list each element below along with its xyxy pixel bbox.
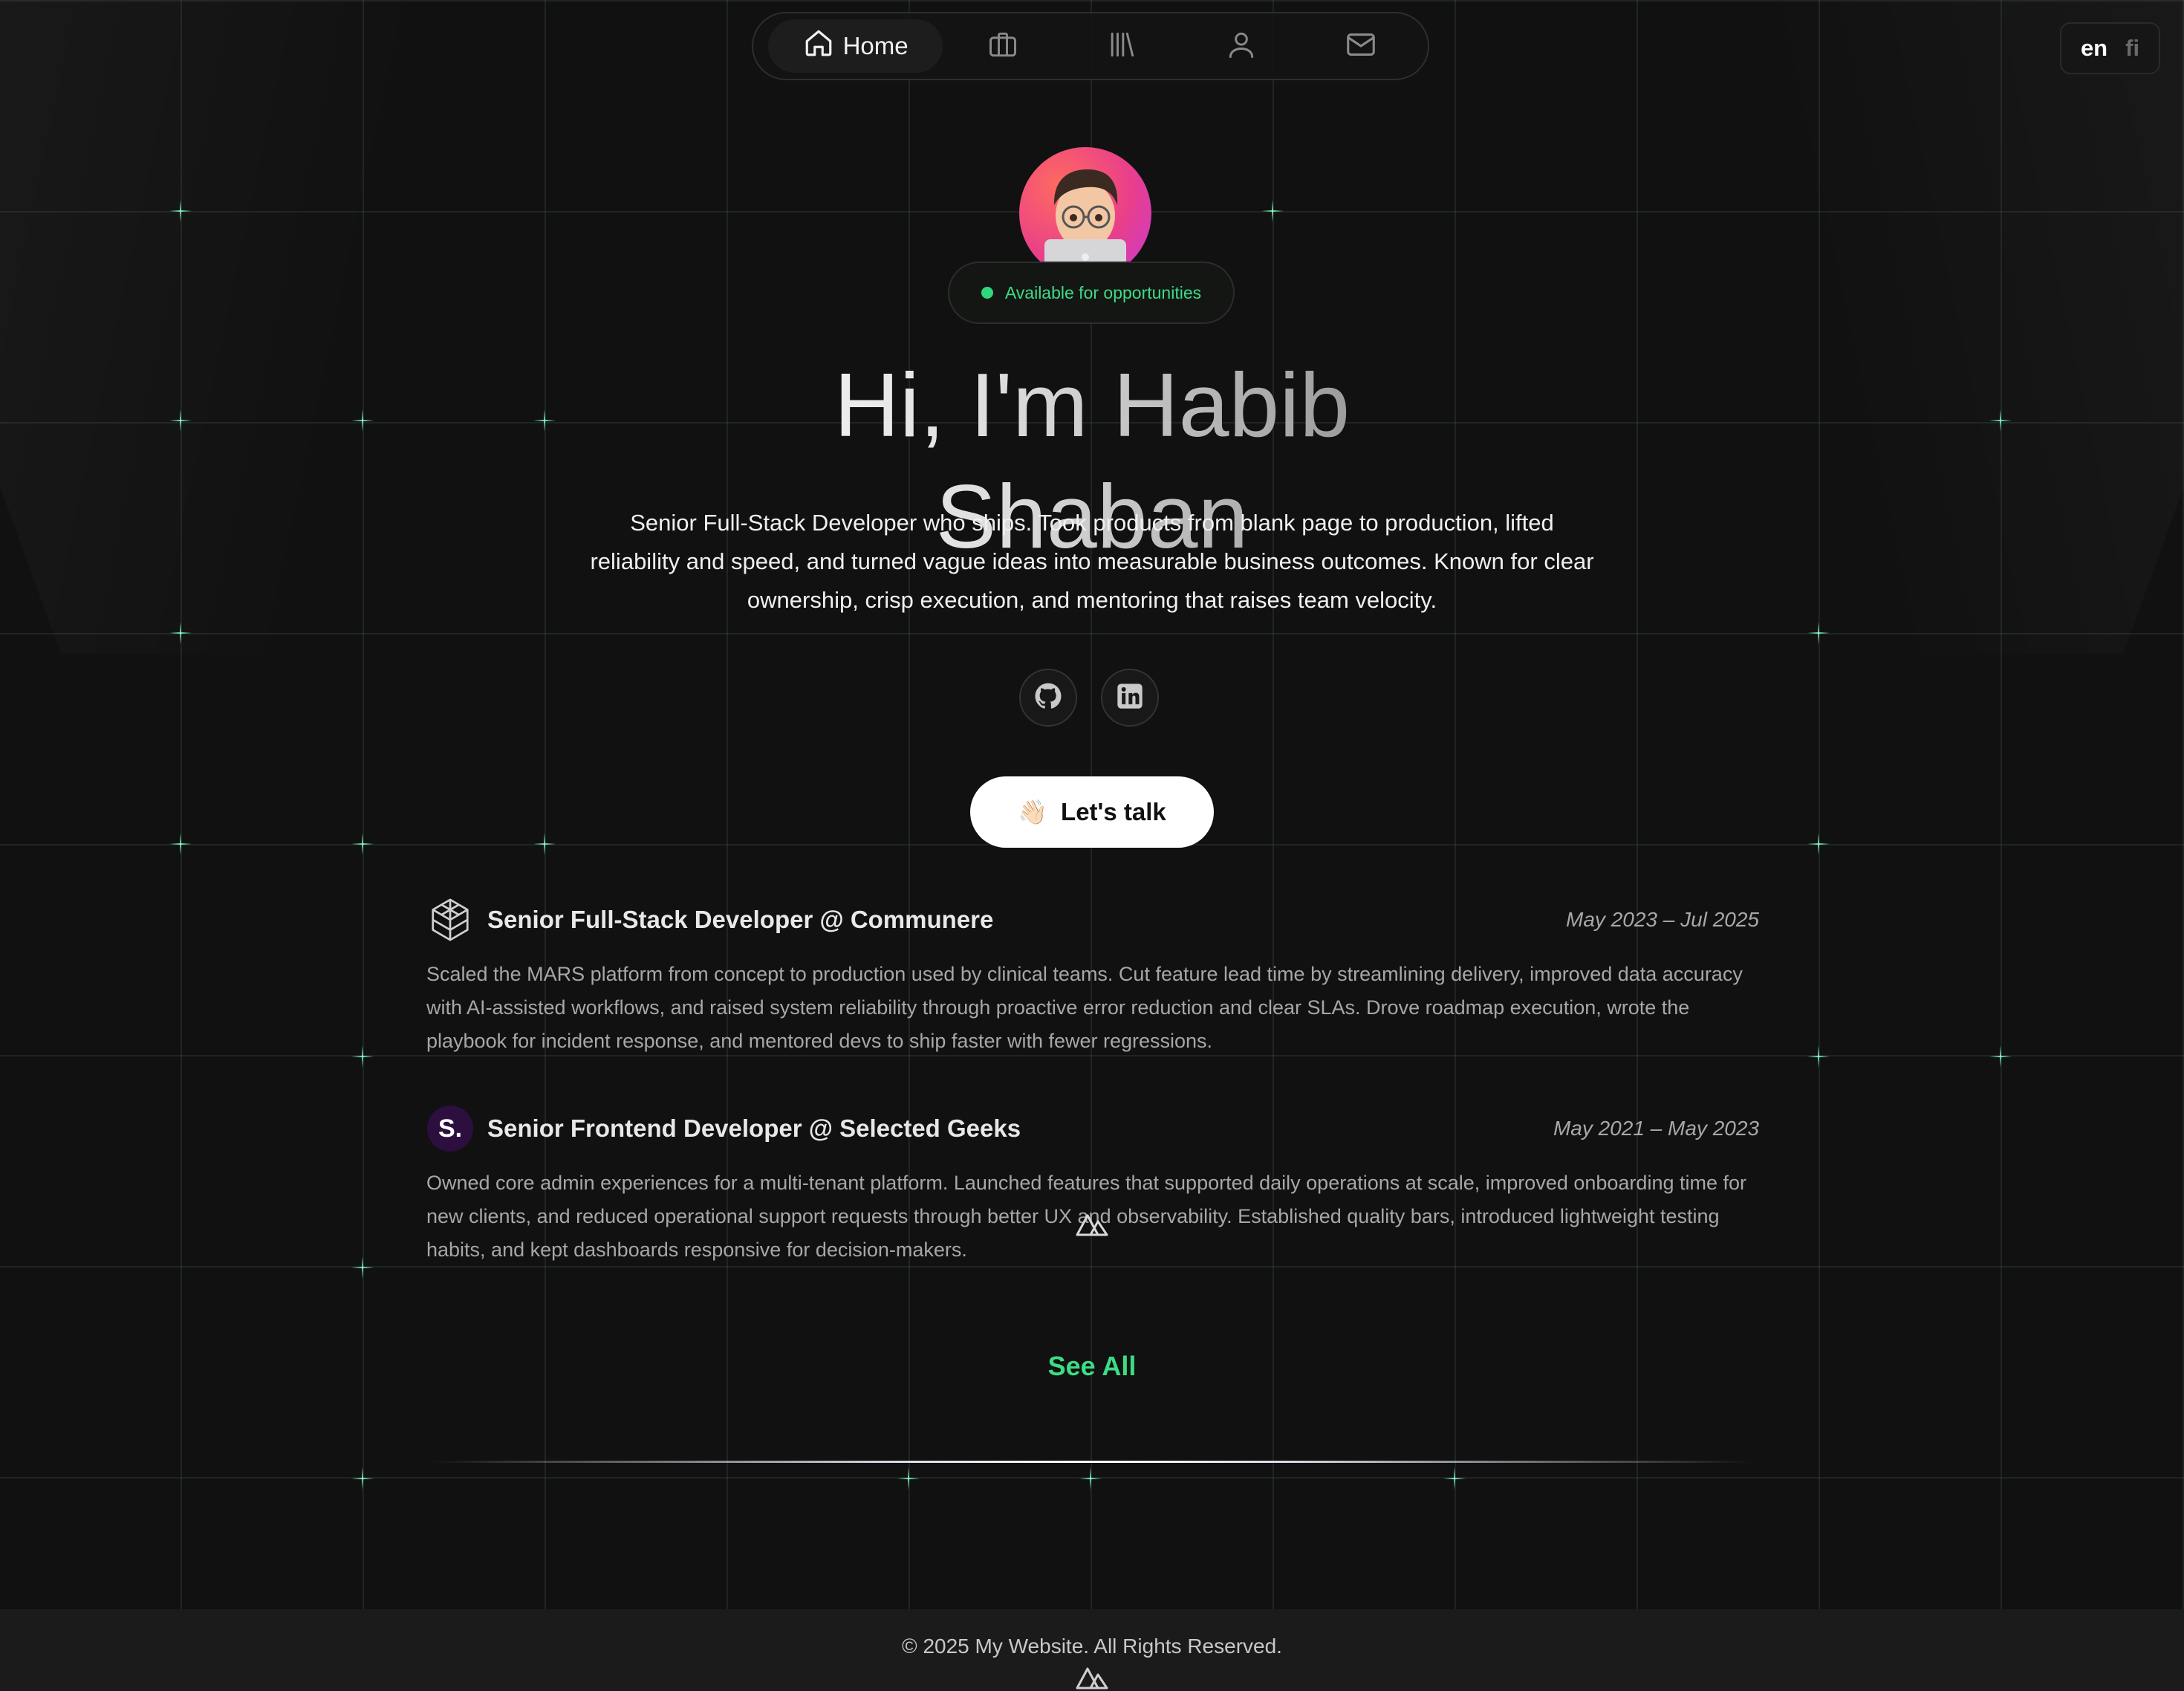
sparkle-decoration: [351, 833, 374, 855]
sparkle-decoration: [1807, 1045, 1830, 1068]
nav-work[interactable]: [943, 19, 1062, 73]
lets-talk-label: Let's talk: [1061, 798, 1166, 825]
sparkle-decoration: [351, 1045, 374, 1068]
sparkle-decoration: [351, 409, 374, 432]
home-icon: [803, 27, 834, 65]
lang-en-option[interactable]: en: [2081, 35, 2107, 62]
sparkle-decoration: [169, 409, 192, 432]
linkedin-icon: [1115, 681, 1145, 715]
sparkle-decoration: [169, 833, 192, 855]
sparkle-decoration: [1807, 833, 1830, 855]
availability-badge: Available for opportunities: [948, 262, 1235, 324]
github-icon: [1033, 681, 1064, 715]
experience-date: May 2023 – Jul 2025: [1566, 908, 1759, 931]
sparkle-decoration: [169, 622, 192, 644]
sparkle-decoration: [1989, 409, 2012, 432]
sparkle-decoration: [897, 1467, 920, 1490]
experience-title: Senior Frontend Developer @ Selected Gee…: [487, 1114, 1021, 1142]
communere-logo-icon: [426, 896, 474, 944]
avatar: [1019, 147, 1151, 279]
experience-title: Senior Full-Stack Developer @ Communere: [487, 906, 994, 933]
nuxt-devtools-icon[interactable]: [1074, 1664, 1110, 1691]
sparkle-decoration: [1807, 622, 1830, 644]
waving-hand-icon: 👋🏻: [1018, 799, 1048, 825]
hero-intro: Senior Full-Stack Developer who ships. T…: [590, 510, 1594, 613]
nav-home[interactable]: Home: [768, 19, 943, 73]
sparkle-decoration: [351, 1467, 374, 1490]
selected-geeks-logo-text: S.: [427, 1106, 473, 1152]
top-navigation: Home: [752, 12, 1429, 80]
availability-text: Available for opportunities: [1004, 282, 1202, 302]
see-all-link[interactable]: See All: [0, 1351, 2184, 1382]
memoji-avatar-icon: [1044, 169, 1126, 279]
github-link[interactable]: [1019, 669, 1077, 727]
lets-talk-button[interactable]: 👋🏻 Let's talk: [970, 776, 1214, 848]
sparkle-decoration: [533, 833, 556, 855]
sparkle-decoration: [1261, 200, 1284, 222]
nav-library[interactable]: [1062, 19, 1182, 73]
selected-geeks-logo: S.: [426, 1105, 474, 1152]
library-icon: [1105, 28, 1138, 65]
experience-date: May 2021 – May 2023: [1553, 1117, 1759, 1140]
status-dot-icon: [981, 287, 993, 299]
nuxt-logo-icon: [1076, 1214, 1108, 1236]
sparkle-decoration: [1443, 1467, 1466, 1490]
section-divider: [431, 1461, 1753, 1463]
language-switcher: en fi: [2060, 22, 2160, 74]
linkedin-link[interactable]: [1101, 669, 1159, 727]
nav-home-label: Home: [842, 32, 909, 59]
social-links: [1019, 669, 1159, 727]
mail-icon: [1344, 27, 1378, 65]
nav-about[interactable]: [1182, 19, 1301, 73]
experience-description: Scaled the MARS platform from concept to…: [426, 963, 1743, 1052]
experience-item: S. Senior Frontend Developer @ Selected …: [426, 1104, 1759, 1267]
nav-contact[interactable]: [1301, 19, 1420, 73]
sparkle-decoration: [169, 200, 192, 222]
briefcase-icon: [987, 28, 1019, 65]
lang-fi-option[interactable]: fi: [2125, 35, 2139, 62]
user-icon: [1225, 28, 1258, 65]
sparkle-decoration: [1079, 1467, 1102, 1490]
sparkle-decoration: [351, 1256, 374, 1279]
sparkle-decoration: [1989, 1045, 2012, 1068]
experience-item: Senior Full-Stack Developer @ Communere …: [426, 895, 1759, 1058]
sparkle-decoration: [533, 409, 556, 432]
